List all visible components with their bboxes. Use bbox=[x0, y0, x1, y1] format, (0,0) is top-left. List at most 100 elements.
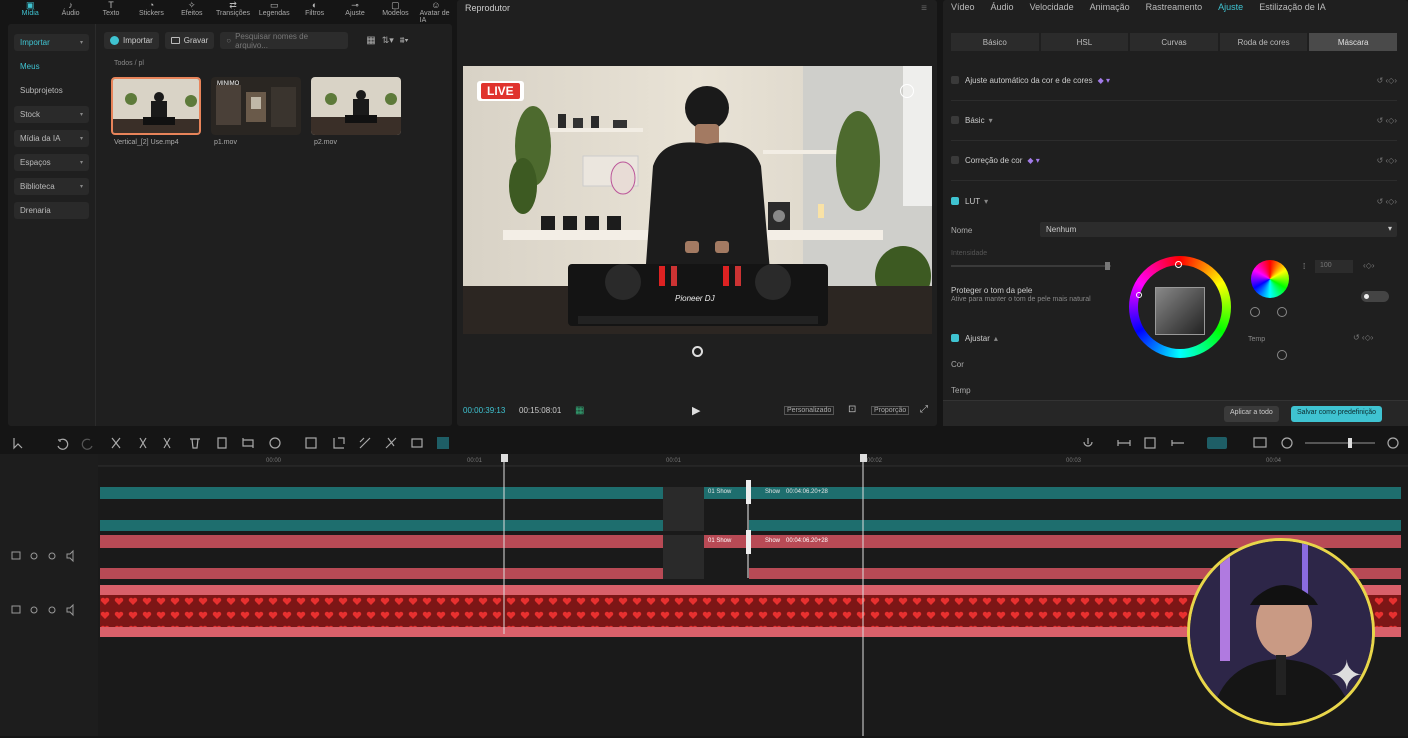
split-right-icon[interactable] bbox=[163, 437, 171, 449]
link-icon[interactable] bbox=[1117, 440, 1131, 446]
snap-icon[interactable] bbox=[1144, 437, 1156, 449]
video-preview[interactable]: LIVE Pioneer DJ bbox=[463, 66, 932, 334]
tool-adjust[interactable]: ⊸ Ajuste bbox=[339, 0, 371, 24]
sidebar-item-6[interactable]: Biblioteca ▾ bbox=[14, 178, 89, 195]
rotate-handle-icon[interactable] bbox=[692, 346, 703, 357]
hue-handle-icon[interactable] bbox=[1136, 292, 1142, 298]
mini-wheel-knob-icon[interactable] bbox=[1277, 307, 1287, 317]
adjust-sub-tab[interactable]: Máscara bbox=[1309, 33, 1397, 51]
basic-checkbox[interactable] bbox=[951, 116, 959, 124]
delete-icon[interactable] bbox=[190, 438, 200, 449]
redo-icon[interactable] bbox=[81, 438, 93, 450]
tool-ai-avatar[interactable]: ☺ Avatar de IA bbox=[420, 0, 452, 24]
record-button[interactable]: Gravar bbox=[164, 32, 215, 49]
inspector-tab[interactable]: Estilização de IA bbox=[1259, 2, 1326, 12]
mini-color-wheel[interactable] bbox=[1251, 260, 1289, 298]
zoom-out-icon[interactable] bbox=[1281, 437, 1293, 449]
section-keyframe-controls[interactable]: ↺ ‹◇› bbox=[1377, 156, 1397, 165]
inspector-tab[interactable]: Ajuste bbox=[1218, 2, 1243, 12]
protect-skin-toggle[interactable] bbox=[1361, 291, 1389, 302]
video-clip[interactable] bbox=[100, 487, 663, 499]
ai-tool-icon[interactable] bbox=[269, 437, 281, 449]
section-lut[interactable]: LUT ▾ ↺ ‹◇› bbox=[951, 193, 1397, 209]
audio-clip[interactable] bbox=[100, 535, 663, 548]
adjust-sub-tab[interactable]: Roda de cores bbox=[1219, 33, 1308, 51]
ratio-button[interactable]: Proporção bbox=[871, 406, 910, 415]
split-icon[interactable] bbox=[111, 437, 121, 449]
sidebar-item-0[interactable]: Importar ▾ bbox=[14, 34, 89, 51]
section-color-correction[interactable]: Correção de cor ◆ ▾ ↺ ‹◇› bbox=[951, 152, 1397, 168]
split-left-icon[interactable] bbox=[139, 437, 147, 449]
inspector-tab[interactable]: Vídeo bbox=[951, 2, 975, 12]
grid-view-icon[interactable]: ▦ bbox=[366, 35, 375, 46]
tool-filters[interactable]: ◐ Filtros bbox=[298, 0, 330, 24]
magnet-active-icon[interactable] bbox=[1207, 437, 1227, 449]
media-thumb-1[interactable] bbox=[111, 77, 201, 135]
slider-handle-icon[interactable]: ⁞ bbox=[1303, 262, 1305, 271]
apply-all-button[interactable]: Aplicar a todo bbox=[1224, 406, 1279, 422]
pip-icon[interactable] bbox=[411, 438, 423, 448]
tool-templates[interactable]: ▢ Modelos bbox=[379, 0, 411, 24]
import-button[interactable]: Importar bbox=[104, 32, 159, 49]
undo-icon[interactable] bbox=[57, 438, 69, 450]
color-correction-checkbox[interactable] bbox=[951, 156, 959, 164]
temp-knob-icon[interactable] bbox=[1277, 350, 1287, 360]
zoom-slider[interactable] bbox=[1305, 442, 1375, 444]
hue-handle-icon[interactable] bbox=[1175, 261, 1182, 268]
preview-handle-icon[interactable] bbox=[900, 84, 914, 98]
mirror-icon[interactable] bbox=[333, 437, 345, 449]
tool-sticker[interactable]: ◔ Stickers bbox=[135, 0, 167, 24]
section-keyframe-controls[interactable]: ↺ ‹◇› bbox=[1353, 333, 1373, 342]
mini-wheel-knob-icon[interactable] bbox=[1250, 307, 1260, 317]
tool-effects[interactable]: ✧ Efeitos bbox=[176, 0, 208, 24]
adjust-checkbox[interactable] bbox=[951, 334, 959, 342]
adjust-sub-tab[interactable]: HSL bbox=[1040, 33, 1129, 51]
section-keyframe-controls[interactable]: ↺ ‹◇› bbox=[1377, 116, 1397, 125]
crop-icon[interactable] bbox=[305, 437, 317, 449]
loop-icon[interactable] bbox=[242, 438, 254, 448]
color-wheel[interactable] bbox=[1129, 256, 1231, 358]
quality-button[interactable]: Personalizado bbox=[784, 406, 835, 415]
inspector-tab[interactable]: Velocidade bbox=[1030, 2, 1074, 12]
media-thumb-3[interactable] bbox=[311, 77, 401, 135]
sidebar-item-3[interactable]: Stock ▾ bbox=[14, 106, 89, 123]
preview-axis-icon[interactable] bbox=[1171, 440, 1184, 446]
section-auto-color[interactable]: Ajuste automático da cor e de cores ◆ ▾ … bbox=[951, 72, 1397, 88]
tool-media[interactable]: ▣ Mídia bbox=[14, 0, 46, 24]
tool-audio[interactable]: ♪ Áudio bbox=[54, 0, 86, 24]
magic-icon[interactable] bbox=[385, 437, 397, 449]
playhead-marker[interactable] bbox=[501, 454, 508, 462]
tool-text[interactable]: T Texto bbox=[95, 0, 127, 24]
lut-name-select[interactable]: Nenhum ▾ bbox=[1040, 222, 1397, 237]
mic-icon[interactable] bbox=[1083, 438, 1093, 447]
color-square[interactable] bbox=[1155, 287, 1205, 335]
video-clip[interactable] bbox=[749, 520, 1401, 531]
sidebar-item-5[interactable]: Espaços ▾ bbox=[14, 154, 89, 171]
sidebar-item-2[interactable]: Subprojetos bbox=[14, 82, 89, 99]
tool-transitions[interactable]: ⇄ Transições bbox=[216, 0, 250, 24]
section-basic[interactable]: Básic ▾ ↺ ‹◇› bbox=[951, 112, 1397, 128]
inspector-tab[interactable]: Animação bbox=[1090, 2, 1130, 12]
captions-active-icon[interactable] bbox=[437, 437, 449, 449]
playhead-marker[interactable] bbox=[860, 454, 867, 462]
intensity-slider-thumb[interactable] bbox=[1105, 262, 1110, 270]
intensity-value-field[interactable]: 100 bbox=[1315, 260, 1353, 273]
play-button[interactable]: ▶ bbox=[692, 404, 700, 417]
media-thumb-2[interactable]: MINIMO bbox=[211, 77, 301, 135]
search-input[interactable]: ○ Pesquisar nomes de arquivo... bbox=[220, 32, 349, 50]
intensity-slider[interactable] bbox=[951, 265, 1111, 267]
player-menu-icon[interactable]: ≡ bbox=[921, 3, 927, 14]
screenshot-icon[interactable]: ⊡ bbox=[848, 404, 856, 415]
inspector-tab[interactable]: Rastreamento bbox=[1146, 2, 1203, 12]
filter-icon[interactable]: ⩩▾ bbox=[400, 35, 409, 46]
tool-captions[interactable]: ▭ Legendas bbox=[258, 0, 290, 24]
timeline-grid-icon[interactable]: ▦ bbox=[575, 405, 584, 416]
sidebar-item-7[interactable]: Drenaria bbox=[14, 202, 89, 219]
video-clip[interactable] bbox=[100, 520, 663, 531]
keyframe-controls[interactable]: ‹◇› bbox=[1363, 261, 1374, 270]
adjust-sub-tab[interactable]: Básico bbox=[951, 33, 1039, 51]
freeze-icon[interactable] bbox=[217, 437, 227, 449]
select-tool-icon[interactable] bbox=[13, 438, 23, 450]
sidebar-item-4[interactable]: Mídia da IA ▾ bbox=[14, 130, 89, 147]
adjust-sub-tab[interactable]: Curvas bbox=[1130, 33, 1218, 51]
